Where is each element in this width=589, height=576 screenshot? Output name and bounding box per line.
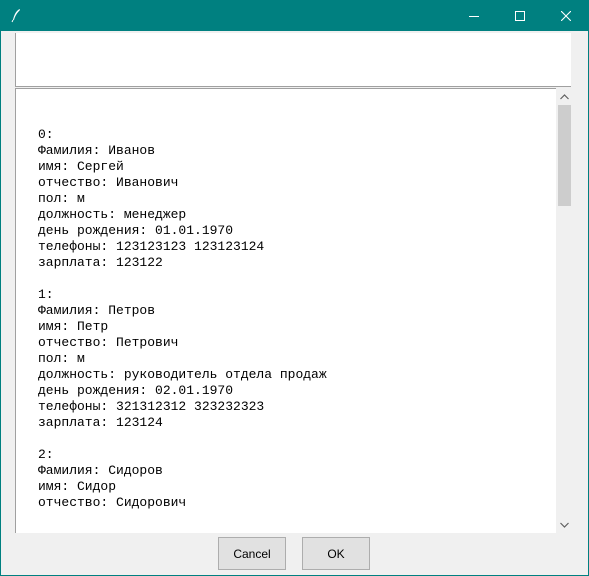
record-line: зарплата: 123124 (38, 415, 163, 430)
scroll-down-button[interactable] (556, 516, 573, 533)
ok-button[interactable]: OK (302, 537, 370, 570)
cancel-button[interactable]: Cancel (218, 537, 286, 570)
record-index: 1: (38, 287, 54, 302)
maximize-icon (515, 10, 525, 21)
minimize-button[interactable] (451, 0, 497, 31)
records-text: 0: Фамилия: Иванов имя: Сергей отчество:… (38, 127, 327, 511)
chevron-down-icon (560, 522, 569, 528)
record-line: пол: м (38, 351, 85, 366)
scroll-up-button[interactable] (556, 88, 573, 105)
record-line: Фамилия: Иванов (38, 143, 156, 158)
record-line: имя: Сергей (38, 159, 124, 174)
record-line: имя: Сидор (38, 479, 117, 494)
minimize-icon (469, 15, 479, 17)
record-line: должность: менеджер (38, 207, 187, 222)
chevron-up-icon (560, 93, 569, 99)
title-bar[interactable] (0, 0, 589, 31)
vertical-scrollbar[interactable] (556, 88, 573, 533)
record-line: имя: Петр (38, 319, 109, 334)
record-line: Фамилия: Сидоров (38, 463, 163, 478)
close-button[interactable] (543, 0, 589, 31)
record-line: телефоны: 321312312 323232323 (38, 399, 265, 414)
record-line: Фамилия: Петров (38, 303, 156, 318)
record-line: отчество: Петрович (38, 335, 179, 350)
record-line: пол: м (38, 191, 85, 206)
maximize-button[interactable] (497, 0, 543, 31)
record-line: отчество: Иванович (38, 175, 179, 190)
record-line: должность: руководитель отдела продаж (38, 367, 327, 382)
record-line: зарплата: 123122 (38, 255, 163, 270)
close-icon (561, 10, 571, 21)
scroll-thumb[interactable] (558, 105, 571, 206)
record-index: 2: (38, 447, 54, 462)
record-line: день рождения: 01.01.1970 (38, 223, 234, 238)
record-line: отчество: Сидорович (38, 495, 187, 510)
records-text-area[interactable]: 0: Фамилия: Иванов имя: Сергей отчество:… (15, 88, 556, 533)
top-text-field[interactable] (15, 33, 571, 87)
record-index: 0: (38, 127, 54, 142)
record-line: телефоны: 123123123 123123124 (38, 239, 265, 254)
feather-icon (11, 9, 20, 23)
record-line: день рождения: 02.01.1970 (38, 383, 234, 398)
